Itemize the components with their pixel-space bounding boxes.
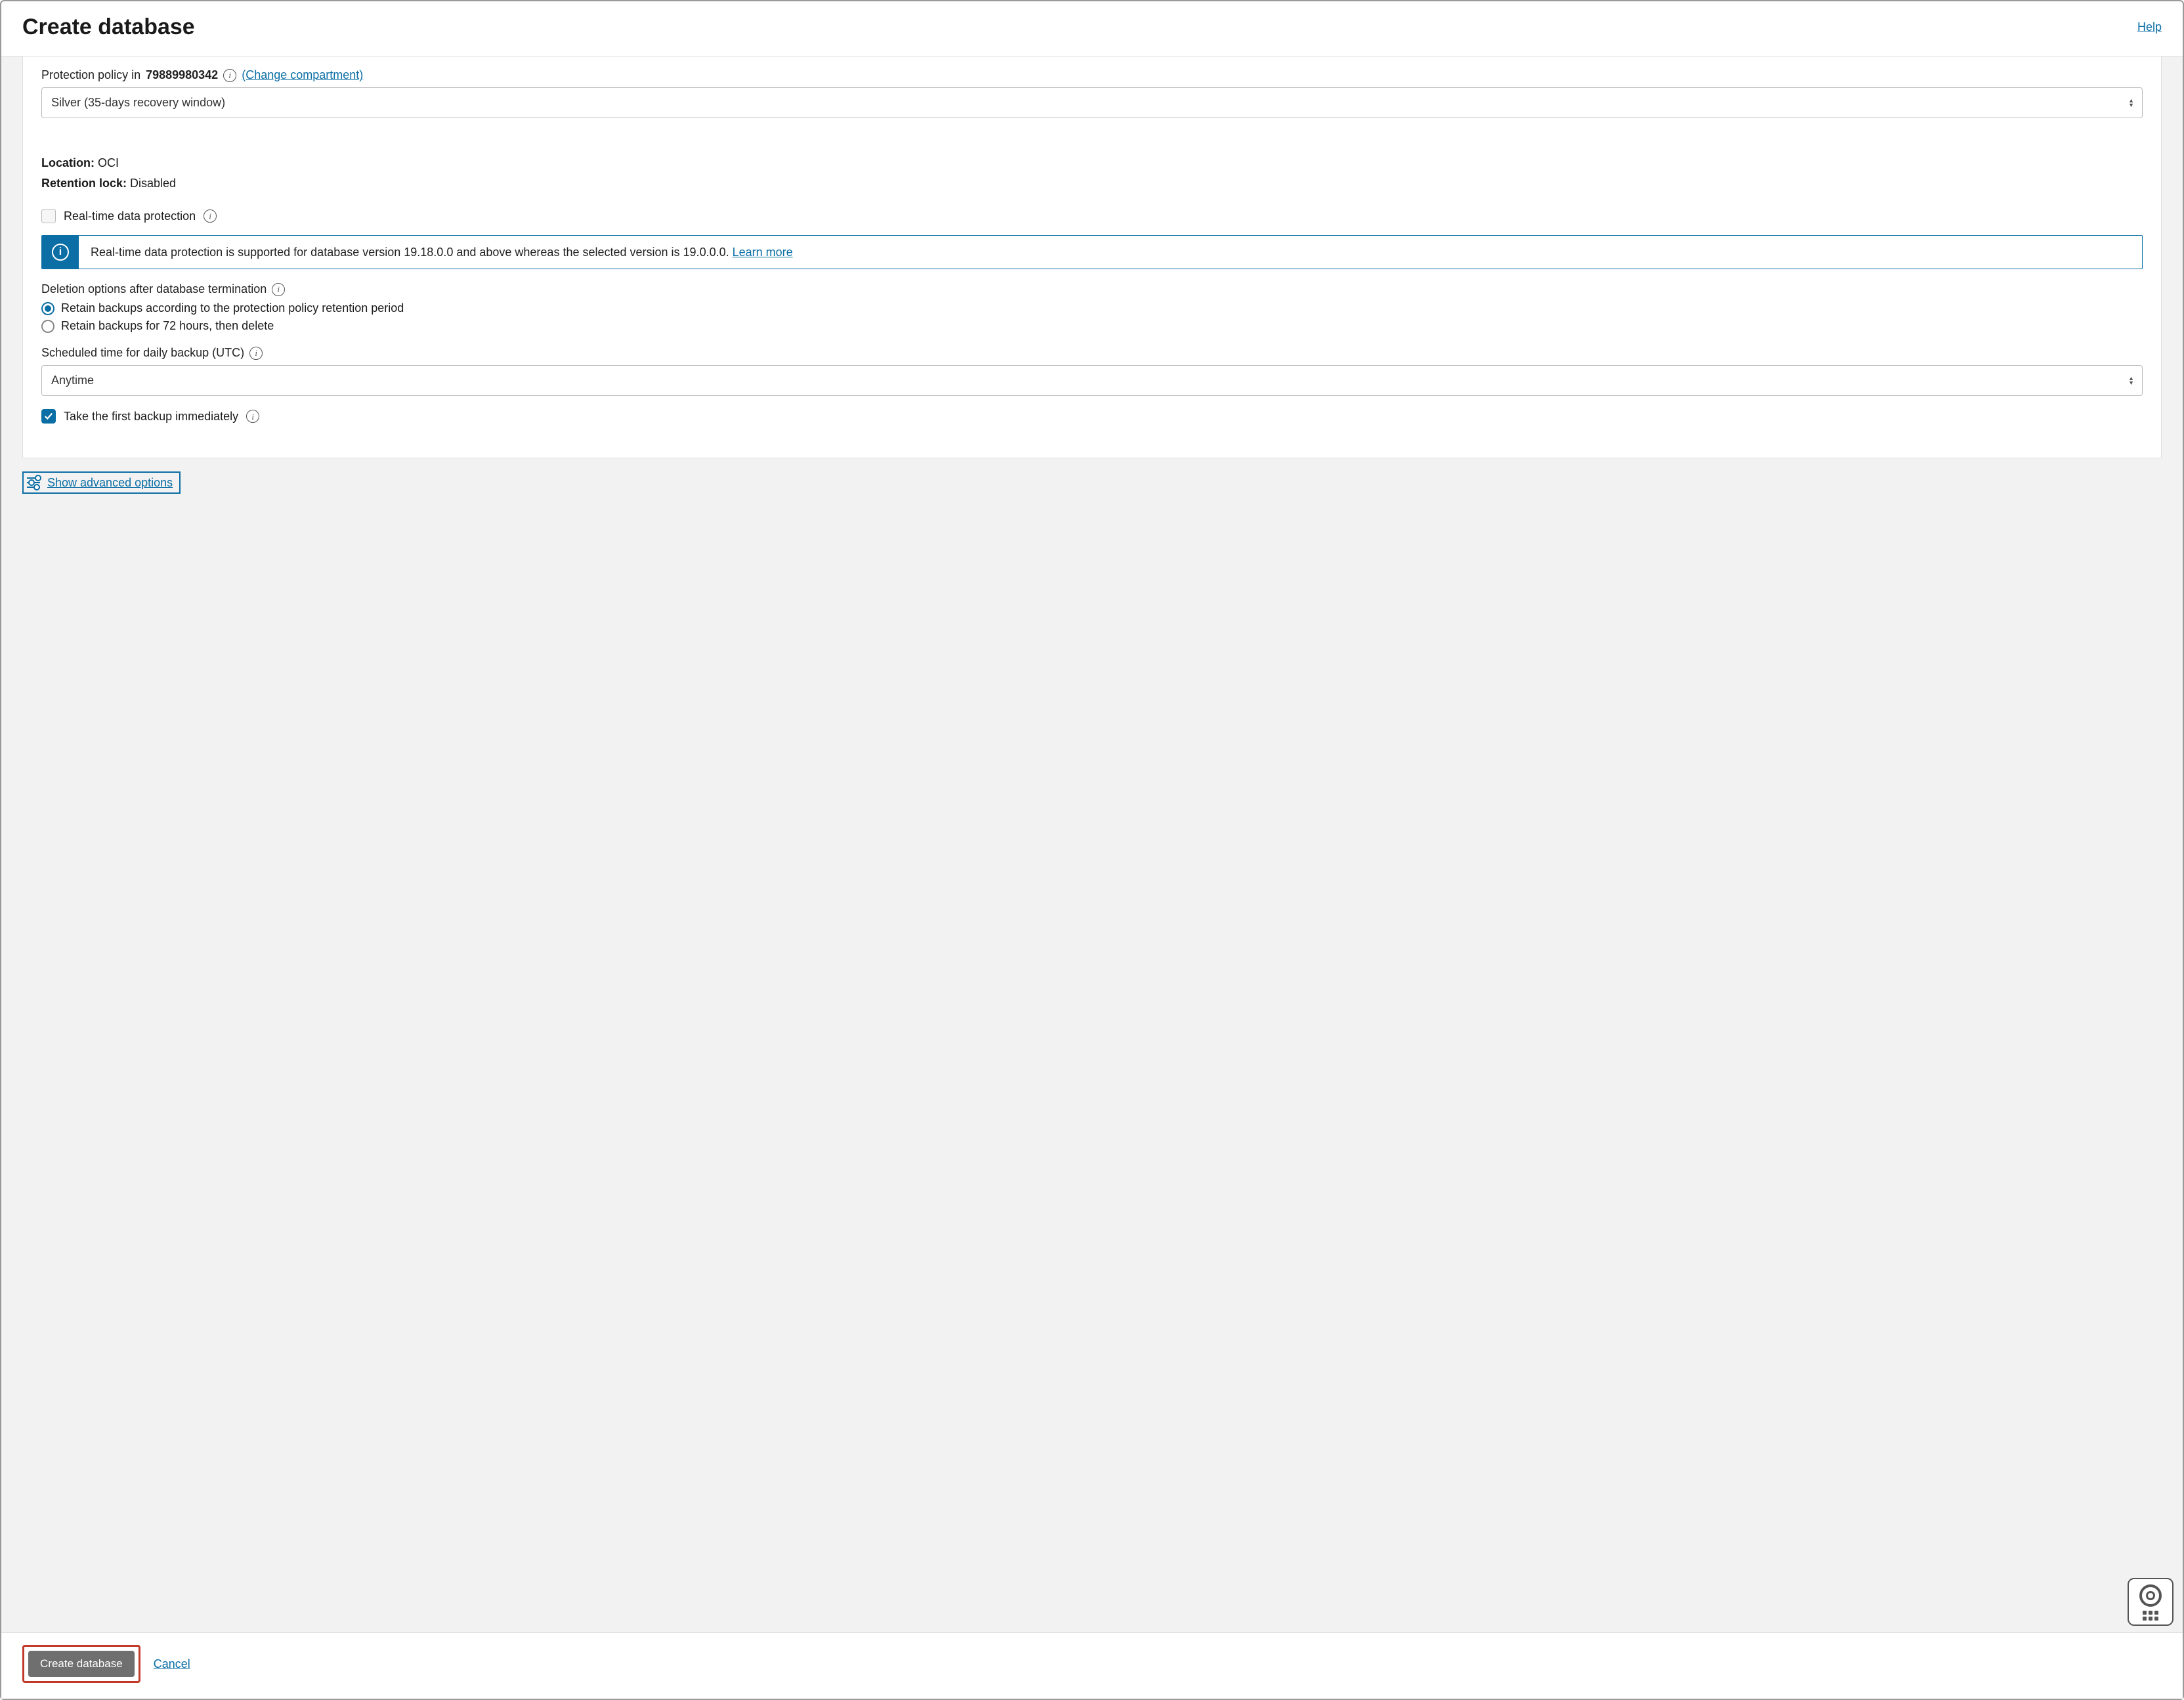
location-row: Location: OCI bbox=[41, 156, 2143, 170]
info-icon[interactable]: i bbox=[203, 209, 217, 223]
realtime-protection-row: Real-time data protection i bbox=[41, 209, 2143, 223]
info-banner: i Real-time data protection is supported… bbox=[41, 235, 2143, 269]
info-banner-message: Real-time data protection is supported f… bbox=[79, 236, 805, 269]
first-backup-row: Take the first backup immediately i bbox=[41, 409, 2143, 424]
change-compartment-link[interactable]: (Change compartment) bbox=[242, 68, 363, 82]
retention-lock-value: Disabled bbox=[130, 177, 176, 190]
support-widget[interactable] bbox=[2128, 1578, 2173, 1626]
cancel-link[interactable]: Cancel bbox=[154, 1657, 190, 1671]
help-link[interactable]: Help bbox=[2137, 20, 2162, 34]
show-advanced-link[interactable]: Show advanced options bbox=[47, 476, 173, 490]
highlight-annotation: Create database bbox=[22, 1645, 140, 1683]
label-text: Deletion options after database terminat… bbox=[41, 282, 267, 296]
first-backup-checkbox[interactable] bbox=[41, 409, 56, 424]
radio-button[interactable] bbox=[41, 320, 54, 333]
dialog-header: Create database Help bbox=[1, 1, 2183, 56]
protection-policy-select[interactable]: Silver (35-days recovery window) ▲▼ bbox=[41, 87, 2143, 118]
info-icon[interactable]: i bbox=[249, 347, 263, 360]
info-icon[interactable]: i bbox=[246, 410, 259, 423]
learn-more-link[interactable]: Learn more bbox=[733, 246, 793, 259]
label-text: Protection policy in bbox=[41, 68, 140, 82]
label-text: Scheduled time for daily backup (UTC) bbox=[41, 346, 244, 360]
info-icon[interactable]: i bbox=[223, 69, 236, 82]
protection-policy-label: Protection policy in 79889980342 i (Chan… bbox=[41, 68, 2143, 82]
realtime-protection-checkbox[interactable] bbox=[41, 209, 56, 223]
location-label: Location: bbox=[41, 156, 95, 169]
info-icon[interactable]: i bbox=[272, 283, 285, 296]
dialog-body: Protection policy in 79889980342 i (Chan… bbox=[1, 56, 2183, 1632]
select-value: Anytime bbox=[51, 374, 94, 387]
dialog-footer: Create database Cancel bbox=[1, 1632, 2183, 1699]
radio-button[interactable] bbox=[41, 302, 54, 315]
radio-label: Retain backups for 72 hours, then delete bbox=[61, 319, 274, 333]
first-backup-label: Take the first backup immediately bbox=[64, 410, 238, 424]
show-advanced-options-button[interactable]: Show advanced options bbox=[22, 471, 181, 494]
location-value: OCI bbox=[98, 156, 119, 169]
info-icon: i bbox=[52, 244, 69, 261]
lifering-icon bbox=[2139, 1584, 2162, 1607]
retention-lock-label: Retention lock: bbox=[41, 177, 127, 190]
deletion-options-label: Deletion options after database terminat… bbox=[41, 282, 2143, 296]
radio-label: Retain backups according to the protecti… bbox=[61, 301, 404, 315]
form-panel: Protection policy in 79889980342 i (Chan… bbox=[22, 56, 2162, 458]
sliders-icon bbox=[26, 475, 41, 490]
chevron-updown-icon: ▲▼ bbox=[2128, 376, 2134, 385]
compartment-id: 79889980342 bbox=[146, 68, 218, 82]
deletion-options-group: Retain backups according to the protecti… bbox=[41, 301, 2143, 333]
retention-lock-row: Retention lock: Disabled bbox=[41, 177, 2143, 190]
create-database-button[interactable]: Create database bbox=[28, 1651, 135, 1677]
select-value: Silver (35-days recovery window) bbox=[51, 96, 225, 109]
deletion-option-retain-72h[interactable]: Retain backups for 72 hours, then delete bbox=[41, 319, 2143, 333]
deletion-option-retain-policy[interactable]: Retain backups according to the protecti… bbox=[41, 301, 2143, 315]
dialog-title: Create database bbox=[22, 14, 195, 40]
banner-text: Real-time data protection is supported f… bbox=[91, 246, 733, 259]
info-banner-stripe: i bbox=[42, 236, 79, 269]
grid-icon bbox=[2143, 1611, 2158, 1621]
chevron-updown-icon: ▲▼ bbox=[2128, 98, 2134, 107]
schedule-label: Scheduled time for daily backup (UTC) i bbox=[41, 346, 2143, 360]
create-database-dialog: Create database Help Protection policy i… bbox=[0, 0, 2184, 1700]
realtime-protection-label: Real-time data protection bbox=[64, 209, 196, 223]
schedule-select[interactable]: Anytime ▲▼ bbox=[41, 365, 2143, 396]
